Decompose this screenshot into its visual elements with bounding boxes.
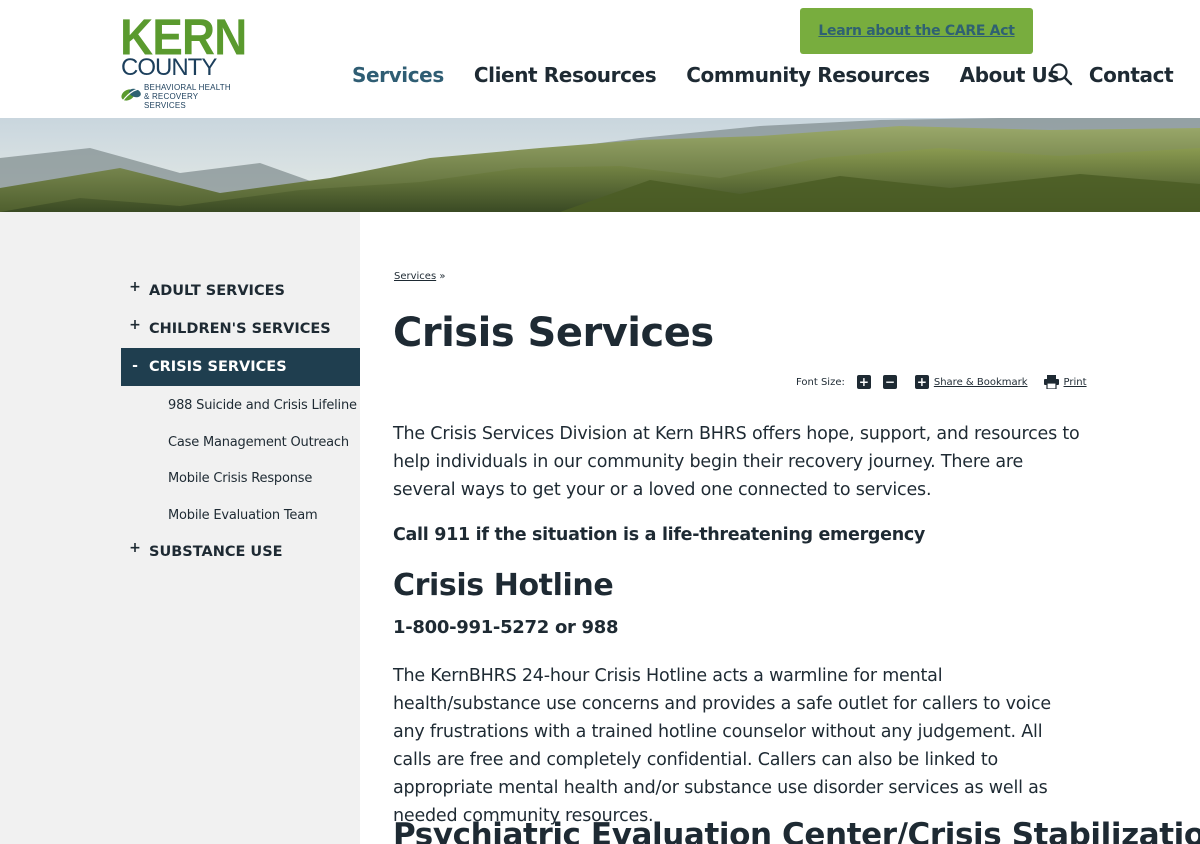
breadcrumb-link-services[interactable]: Services [394,271,436,282]
sidebar-item-label: ADULT SERVICES [149,283,285,299]
nav-item-services[interactable]: Services [352,63,444,87]
nav-item-community-resources[interactable]: Community Resources [686,63,930,87]
collapse-icon[interactable]: - [121,358,149,374]
nav-item-about-us[interactable]: About Us [960,63,1060,87]
sidebar-item-crisis-services[interactable]: - CRISIS SERVICES [121,348,360,386]
sidebar-subitem-988-lifeline[interactable]: 988 Suicide and Crisis Lifeline [168,390,360,420]
care-act-button[interactable]: Learn about the CARE Act [800,8,1033,54]
share-bookmark-link[interactable]: Share & Bookmark [934,377,1028,388]
sidebar-subitem-case-management[interactable]: Case Management Outreach [168,427,360,457]
main-content: Services » Crisis Services Font Size: + … [360,212,1200,844]
expand-icon[interactable]: + [121,317,149,333]
sidebar-subitem-mobile-crisis[interactable]: Mobile Crisis Response [168,463,360,493]
hotline-description: The KernBHRS 24-hour Crisis Hotline acts… [393,666,1051,826]
nav-item-client-resources[interactable]: Client Resources [474,63,657,87]
sidebar-item-label: CRISIS SERVICES [149,359,287,375]
search-icon[interactable] [1049,62,1073,86]
page-title: Crisis Services [393,310,714,356]
breadcrumb-separator: » [436,271,446,282]
sidebar-item-label: CHILDREN'S SERVICES [149,321,331,337]
logo-tagline: BEHAVIORAL HEALTH & RECOVERY SERVICES [144,83,231,110]
logo-county-text: COUNTY [121,54,217,81]
hotline-phone-number[interactable]: 1-800-991-5272 or 988 [393,617,619,638]
sidebar-item-substance-use[interactable]: + SUBSTANCE USE [121,533,360,571]
print-link[interactable]: Print [1064,377,1087,388]
sidebar-subitem-mobile-evaluation[interactable]: Mobile Evaluation Team [168,500,360,530]
mountain-landscape-image [0,118,1200,212]
hero-banner-image [0,118,1200,212]
sidebar-item-adult-services[interactable]: + ADULT SERVICES [121,272,360,310]
emergency-note: Call 911 if the situation is a life-thre… [393,525,926,545]
nav-item-contact[interactable]: Contact [1089,63,1174,87]
breadcrumb: Services » [394,271,445,282]
expand-icon[interactable]: + [121,540,149,556]
intro-paragraph: The Crisis Services Division at Kern BHR… [393,424,1080,500]
print-icon[interactable] [1043,375,1059,389]
crisis-hotline-heading: Crisis Hotline [393,568,614,603]
site-header: KERN COUNTY BEHAVIORAL HEALTH & RECOVERY… [0,0,1200,118]
psychiatric-evaluation-heading: Psychiatric Evaluation Center/Crisis Sta… [393,817,1200,844]
sidebar-item-childrens-services[interactable]: + CHILDREN'S SERVICES [121,310,360,348]
font-decrease-icon[interactable]: − [882,375,897,389]
kern-county-logo[interactable]: KERN COUNTY BEHAVIORAL HEALTH & RECOVERY… [120,12,247,110]
font-size-label: Font Size: [796,376,845,388]
share-icon[interactable]: + [914,375,929,389]
font-increase-icon[interactable]: + [856,375,871,389]
expand-icon[interactable]: + [121,279,149,295]
page-tools: Font Size: + − + Share & Bookmark Print [796,374,1087,390]
sidebar-item-label: SUBSTANCE USE [149,544,283,560]
